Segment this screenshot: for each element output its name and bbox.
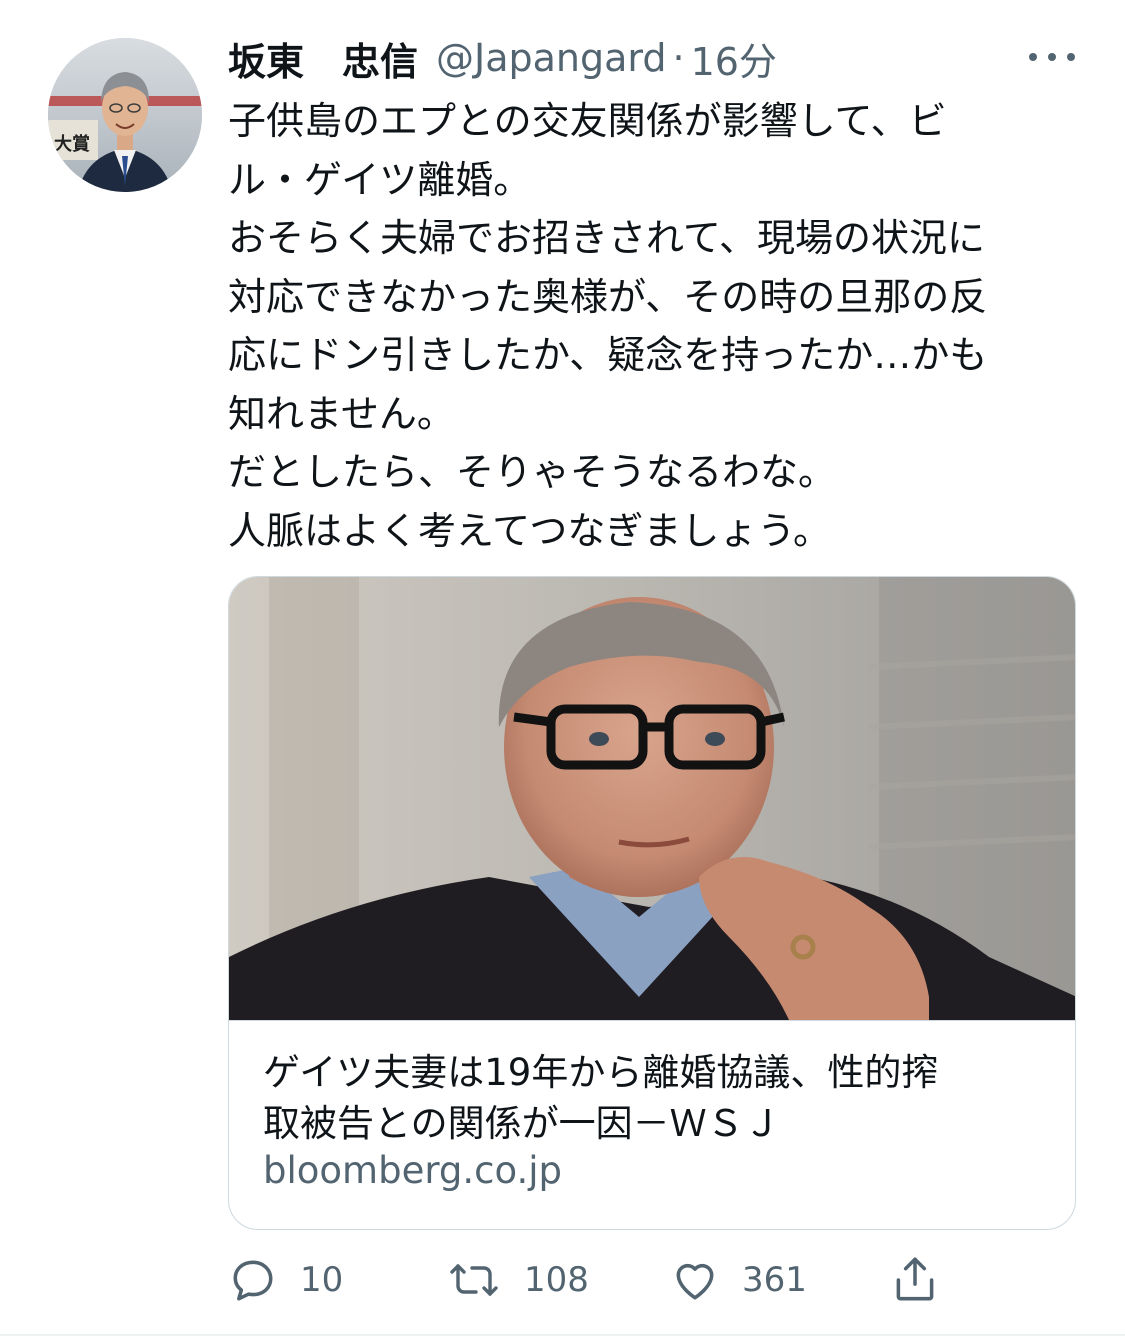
display-name[interactable]: 坂東 忠信 — [228, 31, 418, 86]
retweet-icon — [446, 1255, 502, 1305]
link-card[interactable]: ゲイツ夫妻は19年から離婚協議、性的搾 取被告との関係が一因－ＷＳＪ bloom… — [228, 576, 1076, 1230]
avatar[interactable]: 大賞 — [48, 38, 202, 192]
card-title: ゲイツ夫妻は19年から離婚協議、性的搾 取被告との関係が一因－ＷＳＪ — [263, 1047, 1043, 1149]
more-options-icon[interactable] — [1029, 42, 1075, 72]
tweet-timestamp[interactable]: 16分 — [691, 31, 777, 86]
card-title-line: 取被告との関係が一因－ＷＳＪ — [263, 1102, 781, 1145]
retweet-button[interactable]: 108 — [446, 1250, 589, 1310]
share-icon — [890, 1253, 940, 1307]
separator-dot: · — [672, 36, 685, 80]
tweet-text-line: 知れません。 — [228, 391, 455, 436]
tweet-text-line: 人脈はよく考えてつなぎましょう。 — [228, 508, 832, 553]
retweet-count: 108 — [524, 1260, 589, 1300]
tweet-text: 子供島のエプとの交友関係が影響して、ビ ル・ゲイツ離婚。 おそらく夫婦でお招きさ… — [228, 92, 1088, 560]
reply-button[interactable]: 10 — [228, 1250, 343, 1310]
card-image[interactable] — [229, 577, 1075, 1020]
heart-icon — [670, 1255, 720, 1305]
tweet-text-line: だとしたら、そりゃそうなるわな。 — [228, 450, 837, 494]
card-title-line: ゲイツ夫妻は19年から離婚協議、性的搾 — [263, 1051, 939, 1094]
tweet-text-line: 対応できなかった奥様が、その時の旦那の反 — [228, 274, 988, 319]
tweet-text-line: おそらく夫婦でお招きされて、現場の状況に — [228, 216, 985, 260]
reply-icon — [228, 1255, 278, 1305]
card-domain: bloomberg.co.jp — [263, 1149, 562, 1192]
action-bar: 10 108 361 — [228, 1250, 988, 1310]
like-button[interactable]: 361 — [670, 1250, 807, 1310]
reply-count: 10 — [300, 1260, 344, 1300]
tweet-header: 坂東 忠信 @Japangard · 16分 — [228, 28, 777, 88]
share-button[interactable] — [890, 1250, 940, 1310]
tweet-text-line: ル・ゲイツ離婚。 — [228, 157, 532, 202]
tweet-text-line: 応にドン引きしたか、疑念を持ったか…かも — [228, 333, 988, 377]
tweet[interactable]: 大賞 坂東 忠信 @Japangard · 16分 子供島のエプとの交友関係が影… — [0, 0, 1125, 1336]
user-handle[interactable]: @Japangard — [436, 36, 666, 80]
avatar-badge-text: 大賞 — [54, 134, 90, 155]
tweet-text-line: 子供島のエプとの交友関係が影響して、ビ — [228, 99, 947, 143]
card-body[interactable]: ゲイツ夫妻は19年から離婚協議、性的搾 取被告との関係が一因－ＷＳＪ bloom… — [229, 1020, 1075, 1229]
like-count: 361 — [742, 1260, 807, 1300]
